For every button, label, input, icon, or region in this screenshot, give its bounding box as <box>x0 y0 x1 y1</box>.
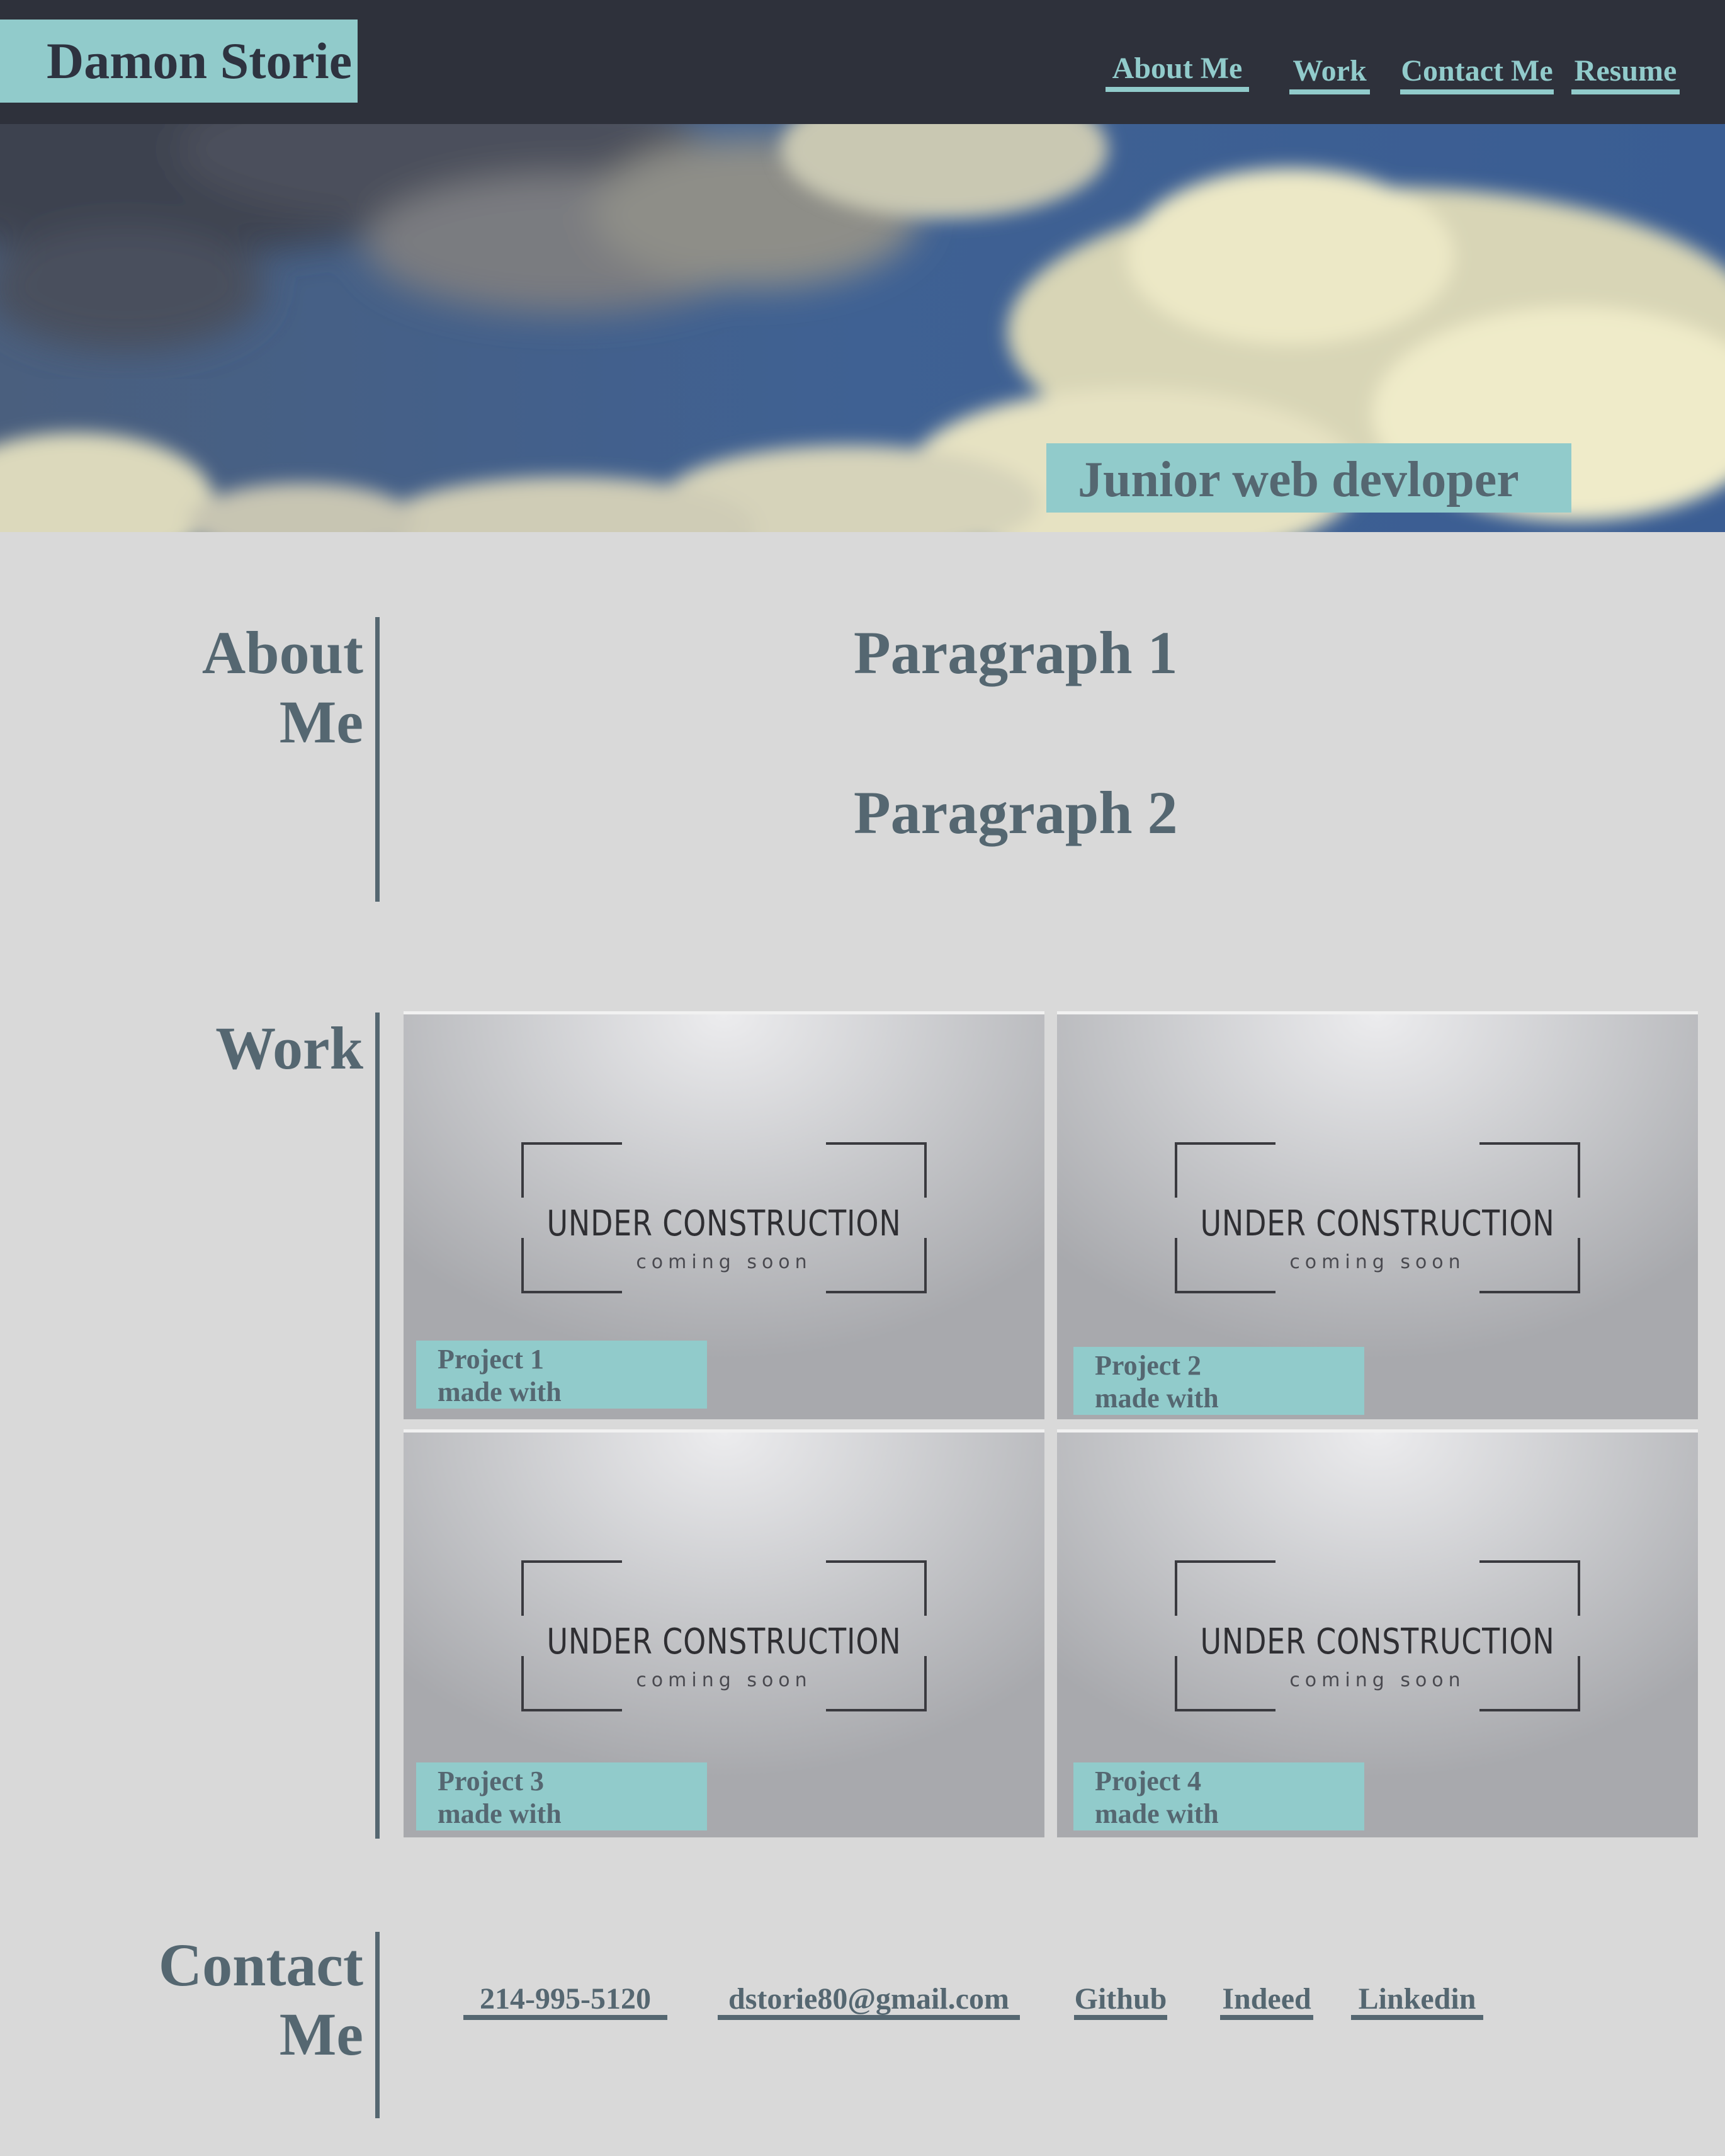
contact-linkedin-link[interactable]: Linkedin <box>1351 1982 1483 2020</box>
nav-contact-me[interactable]: Contact Me <box>1400 50 1554 94</box>
project-label: Project 3 made with <box>416 1762 707 1830</box>
under-construction-text: UNDER CONSTRUCTION <box>1200 1621 1555 1662</box>
about-title-line1: About <box>201 619 363 686</box>
hero-tagline: Junior web devloper <box>1046 443 1571 513</box>
nav-about-me[interactable]: About Me <box>1106 48 1249 92</box>
project-card-2[interactable]: UNDER CONSTRUCTION coming soon Project 2 ma… <box>1057 1011 1698 1419</box>
work-section-title: Work <box>215 1014 363 1082</box>
project-label: Project 4 made with <box>1073 1762 1364 1830</box>
nav-work[interactable]: Work <box>1289 50 1370 94</box>
project-made-with: made with <box>438 1376 562 1407</box>
project-name: Project 3 <box>438 1766 544 1796</box>
project-label: Project 1 made with <box>416 1341 707 1409</box>
about-section-title: About Me <box>202 618 363 757</box>
work-divider <box>375 1013 380 1839</box>
nav-resume[interactable]: Resume <box>1571 50 1680 94</box>
contact-email-link[interactable]: dstorie80@gmail.com <box>718 1982 1020 2020</box>
about-title-line2: Me <box>279 688 363 756</box>
site-header: Damon Storie About Me Work Contact Me Re… <box>0 0 1725 124</box>
about-divider <box>375 617 380 902</box>
contact-section-title: Contact Me <box>159 1931 363 2069</box>
contact-github-link[interactable]: Github <box>1074 1982 1167 2020</box>
project-name: Project 4 <box>1095 1766 1201 1796</box>
contact-phone-link[interactable]: 214-995-5120 <box>463 1982 667 2020</box>
project-made-with: made with <box>1095 1798 1219 1829</box>
about-paragraph-2: Paragraph 2 <box>854 779 1178 846</box>
contact-divider <box>375 1932 380 2118</box>
project-card-4[interactable]: UNDER CONSTRUCTION coming soon Project 4 ma… <box>1057 1429 1698 1837</box>
coming-soon-text: coming soon <box>636 1251 812 1273</box>
contact-title-line2: Me <box>279 2000 363 2068</box>
under-construction-text: UNDER CONSTRUCTION <box>546 1621 902 1662</box>
site-brand[interactable]: Damon Storie <box>0 20 358 103</box>
contact-title-line1: Contact <box>158 1931 363 1999</box>
project-label: Project 2 made with <box>1073 1347 1364 1415</box>
about-paragraph-1: Paragraph 1 <box>854 619 1178 686</box>
coming-soon-text: coming soon <box>636 1669 812 1691</box>
project-name: Project 1 <box>438 1344 544 1375</box>
project-made-with: made with <box>438 1798 562 1829</box>
project-name: Project 2 <box>1095 1350 1201 1381</box>
project-made-with: made with <box>1095 1383 1219 1414</box>
coming-soon-text: coming soon <box>1289 1669 1466 1691</box>
project-card-1[interactable]: UNDER CONSTRUCTION coming soon Project 1 ma… <box>404 1011 1044 1419</box>
contact-indeed-link[interactable]: Indeed <box>1220 1982 1313 2020</box>
coming-soon-text: coming soon <box>1289 1251 1466 1273</box>
under-construction-text: UNDER CONSTRUCTION <box>1200 1203 1555 1244</box>
under-construction-text: UNDER CONSTRUCTION <box>546 1203 902 1244</box>
project-card-3[interactable]: UNDER CONSTRUCTION coming soon Project 3 ma… <box>404 1429 1044 1837</box>
